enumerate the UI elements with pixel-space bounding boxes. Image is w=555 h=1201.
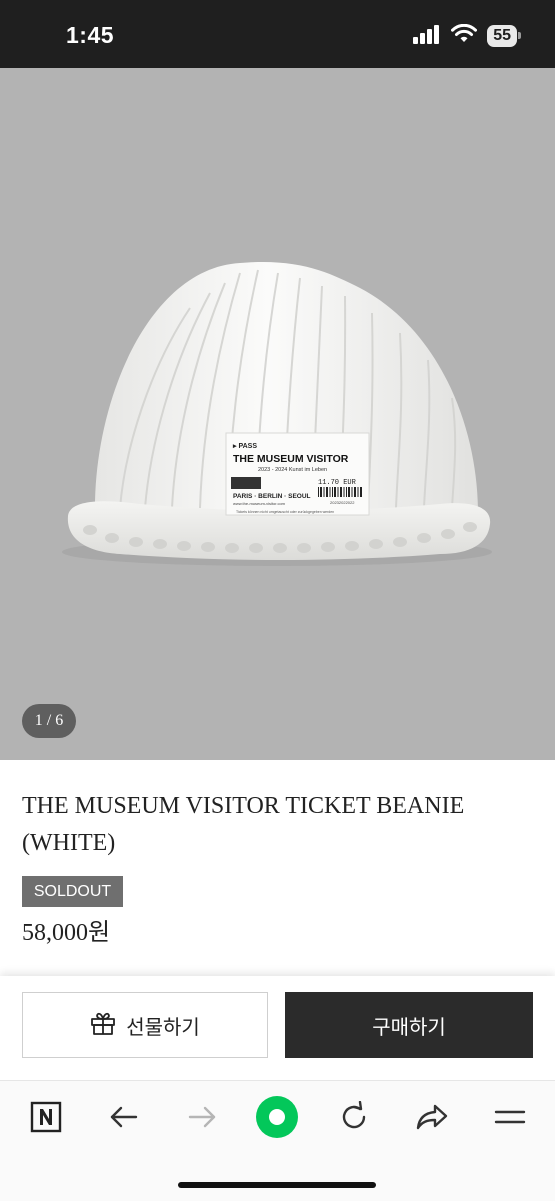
label-fine-print: Tickets können nicht umgetauscht oder zu… — [236, 510, 334, 514]
buy-button-label: 구매하기 — [372, 1014, 446, 1039]
image-counter: 1 / 6 — [22, 704, 76, 738]
wifi-icon — [451, 23, 478, 49]
product-image-gallery[interactable]: ▸ PASS THE MUSEUM VISITOR 2023 - 2024 Ku… — [0, 68, 555, 760]
naver-n-icon[interactable] — [24, 1097, 68, 1137]
battery-icon: 55 — [487, 25, 521, 47]
product-price: 58,000원 — [22, 920, 111, 946]
buy-button[interactable]: 구매하기 — [285, 992, 533, 1058]
menu-icon[interactable] — [488, 1097, 532, 1137]
soldout-badge: SOLDOUT — [22, 876, 123, 907]
label-pass: ▸ PASS — [232, 443, 257, 450]
gift-button[interactable]: 선물하기 — [22, 992, 268, 1058]
status-icons: 55 — [413, 23, 521, 49]
status-bar: 1:45 55 — [0, 0, 555, 68]
purchase-bar: 선물하기 구매하기 — [0, 976, 555, 1080]
label-price: 11.70 EUR — [318, 479, 357, 487]
home-indicator — [178, 1182, 376, 1188]
gift-button-label: 선물하기 — [126, 1014, 200, 1039]
label-url: www.the-museum-visitor.com — [233, 501, 286, 506]
ticket-label: ▸ PASS THE MUSEUM VISITOR 2023 - 2024 Ku… — [225, 432, 370, 516]
label-cities: PARIS · BERLIN · SEOUL — [233, 493, 311, 500]
forward-arrow-icon[interactable] — [180, 1097, 224, 1137]
share-icon[interactable] — [410, 1097, 454, 1137]
home-circle-icon[interactable] — [255, 1095, 299, 1139]
label-title: THE MUSEUM VISITOR — [233, 453, 349, 465]
beanie-image: ▸ PASS THE MUSEUM VISITOR 2023 - 2024 Ku… — [62, 262, 492, 566]
back-arrow-icon[interactable] — [102, 1097, 146, 1137]
label-subtitle: 2023 - 2024 Kunst im Leben — [258, 467, 327, 473]
label-code: 20232022022 — [330, 500, 355, 505]
status-time: 1:45 — [66, 22, 115, 48]
product-title: THE MUSEUM VISITOR TICKET BEANIE (WHITE) — [22, 793, 465, 856]
reload-icon[interactable] — [332, 1097, 376, 1137]
cellular-signal-icon — [413, 24, 441, 49]
gift-icon — [90, 1010, 116, 1041]
